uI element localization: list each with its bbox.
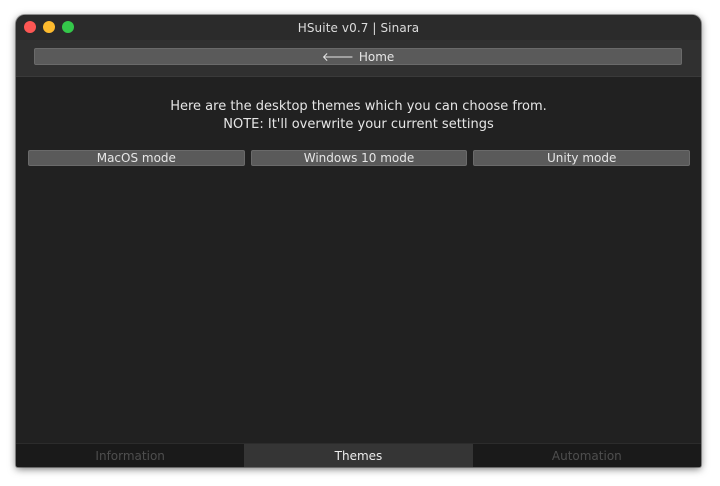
navigation-bar: 🡐 Home — [16, 40, 701, 77]
bottom-tab-bar: Information Themes Automation — [16, 443, 701, 467]
tab-automation[interactable]: Automation — [473, 444, 701, 467]
window-title: HSuite v0.7 | Sinara — [297, 20, 420, 35]
app-window: HSuite v0.7 | Sinara 🡐 Home Here are the… — [16, 15, 701, 467]
theme-mode-buttons: MacOS mode Windows 10 mode Unity mode — [28, 150, 691, 166]
macos-mode-button[interactable]: MacOS mode — [28, 150, 245, 166]
window-controls — [24, 21, 74, 33]
windows-10-mode-button[interactable]: Windows 10 mode — [250, 150, 468, 166]
title-bar[interactable]: HSuite v0.7 | Sinara — [16, 15, 701, 40]
themes-description: Here are the desktop themes which you ca… — [16, 98, 701, 134]
maximize-window-button[interactable] — [62, 21, 74, 33]
tab-themes[interactable]: Themes — [244, 444, 473, 467]
unity-mode-button[interactable]: Unity mode — [473, 150, 691, 166]
close-window-button[interactable] — [24, 21, 36, 33]
home-button[interactable]: 🡐 Home — [34, 48, 682, 65]
themes-warning-note: NOTE: It'll overwrite your current setti… — [223, 117, 494, 132]
minimize-window-button[interactable] — [43, 21, 55, 33]
tab-information[interactable]: Information — [16, 444, 244, 467]
home-button-label: Home — [358, 49, 395, 64]
arrow-left-icon: 🡐 — [321, 49, 354, 64]
themes-description-line-1: Here are the desktop themes which you ca… — [170, 99, 547, 114]
